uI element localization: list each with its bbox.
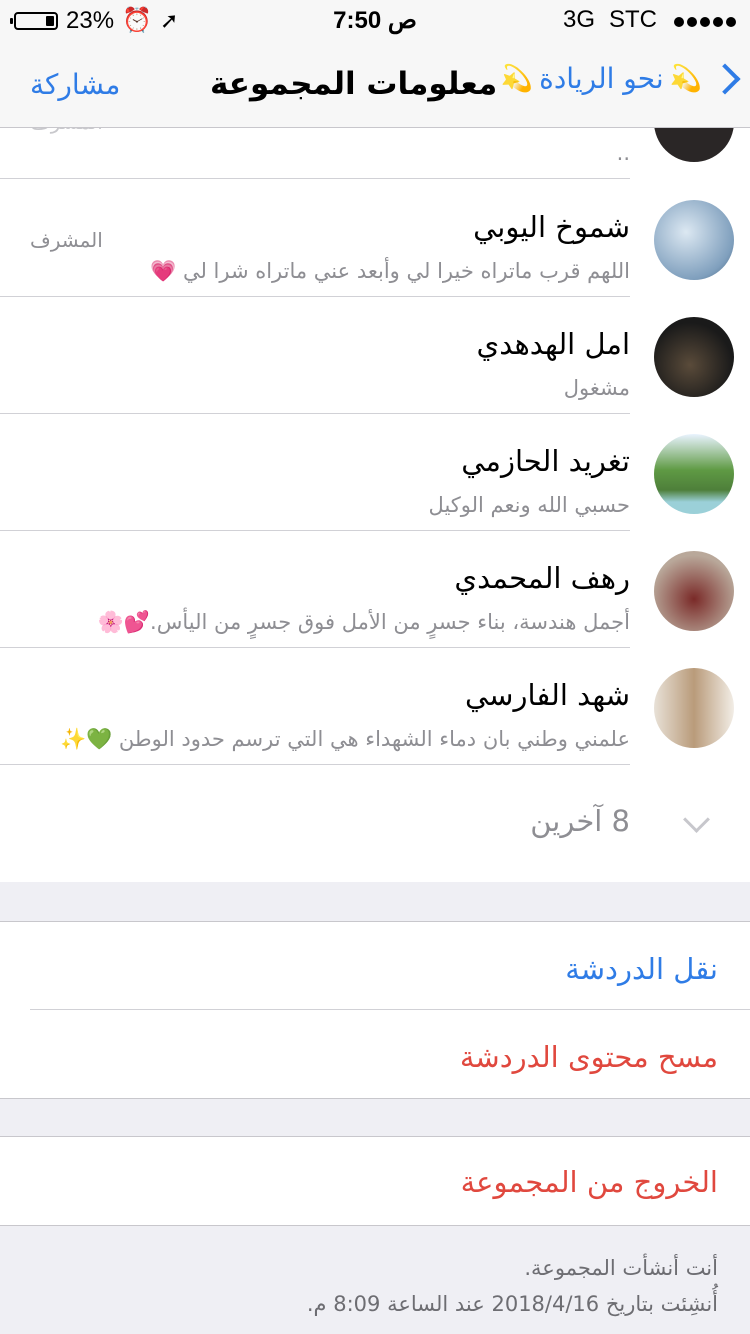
member-row[interactable]: امل الهدهدي مشغول (0, 297, 750, 414)
signal-icon (671, 6, 736, 34)
status-right: 3G STC (563, 6, 736, 34)
carrier-name: STC (609, 6, 657, 33)
members-list: .. المشرف شموخ اليوبي اللهم قرب ماتراه خ… (0, 128, 750, 882)
star-emoji-icon: 💫 (669, 63, 702, 94)
member-name: امل الهدهدي (476, 327, 630, 361)
member-name: شموخ اليوبي (473, 210, 630, 244)
member-row[interactable]: شهد الفارسي علمني وطني بان دماء الشهداء … (0, 648, 750, 765)
avatar (654, 200, 734, 280)
back-label: نحو الريادة (539, 62, 664, 95)
member-row[interactable]: شموخ اليوبي اللهم قرب ماتراه خيرا لي وأب… (0, 180, 750, 297)
page-title: معلومات المجموعة (210, 66, 498, 102)
admin-badge: المشرف (30, 228, 103, 252)
network-type: 3G (562, 6, 595, 33)
chat-actions-group: نقل الدردشة مسح محتوى الدردشة (0, 921, 750, 1099)
chevron-left-icon (709, 62, 741, 95)
created-date-text: أُنشِئت بتاريخ 2018/4/16 عند الساعة 8:09… (306, 1292, 718, 1316)
avatar (654, 317, 734, 397)
star-emoji-icon: 💫 (500, 63, 534, 94)
member-row[interactable]: .. المشرف (0, 128, 750, 179)
created-by-text: أنت أنشأت المجموعة. (524, 1256, 718, 1280)
member-row[interactable]: رهف المحمدي أجمل هندسة، بناء جسرٍ من الأ… (0, 531, 750, 648)
status-bar: 23% ⏰ ➚ 7:50 ص 3G STC (0, 0, 750, 40)
member-row[interactable]: تغريد الحازمي حسبي الله ونعم الوكيل (0, 414, 750, 531)
avatar (654, 551, 734, 631)
navigation-bar: مشاركة معلومات المجموعة 💫 نحو الريادة 💫 (0, 40, 750, 128)
avatar (654, 434, 734, 514)
back-button[interactable]: 💫 نحو الريادة 💫 (500, 62, 741, 95)
avatar (654, 128, 734, 162)
member-status: مشغول (563, 376, 630, 400)
member-status: أجمل هندسة، بناء جسرٍ من الأمل فوق جسرٍ … (97, 610, 630, 634)
group-created-info: أنت أنشأت المجموعة. أُنشِئت بتاريخ 2018/… (307, 1250, 718, 1322)
show-more-members[interactable]: 8 آخرين (0, 766, 750, 882)
member-status: اللهم قرب ماتراه خيرا لي وأبعد عني ماترا… (150, 259, 630, 283)
more-members-label: 8 آخرين (530, 804, 630, 838)
member-status: علمني وطني بان دماء الشهداء هي التي ترسم… (59, 727, 630, 751)
member-status: .. (616, 141, 630, 165)
member-name: تغريد الحازمي (461, 444, 630, 478)
share-button[interactable]: مشاركة (30, 68, 120, 101)
exit-group-button[interactable]: الخروج من المجموعة (461, 1165, 718, 1199)
admin-badge: المشرف (30, 128, 103, 134)
member-name: رهف المحمدي (454, 561, 630, 595)
move-chat-button[interactable]: نقل الدردشة (565, 952, 718, 986)
member-status: حسبي الله ونعم الوكيل (428, 493, 630, 517)
member-name: شهد الفارسي (465, 678, 630, 712)
exit-group-section: الخروج من المجموعة (0, 1136, 750, 1226)
avatar (654, 668, 734, 748)
chevron-down-icon (683, 806, 710, 833)
clear-chat-button[interactable]: مسح محتوى الدردشة (460, 1040, 718, 1074)
